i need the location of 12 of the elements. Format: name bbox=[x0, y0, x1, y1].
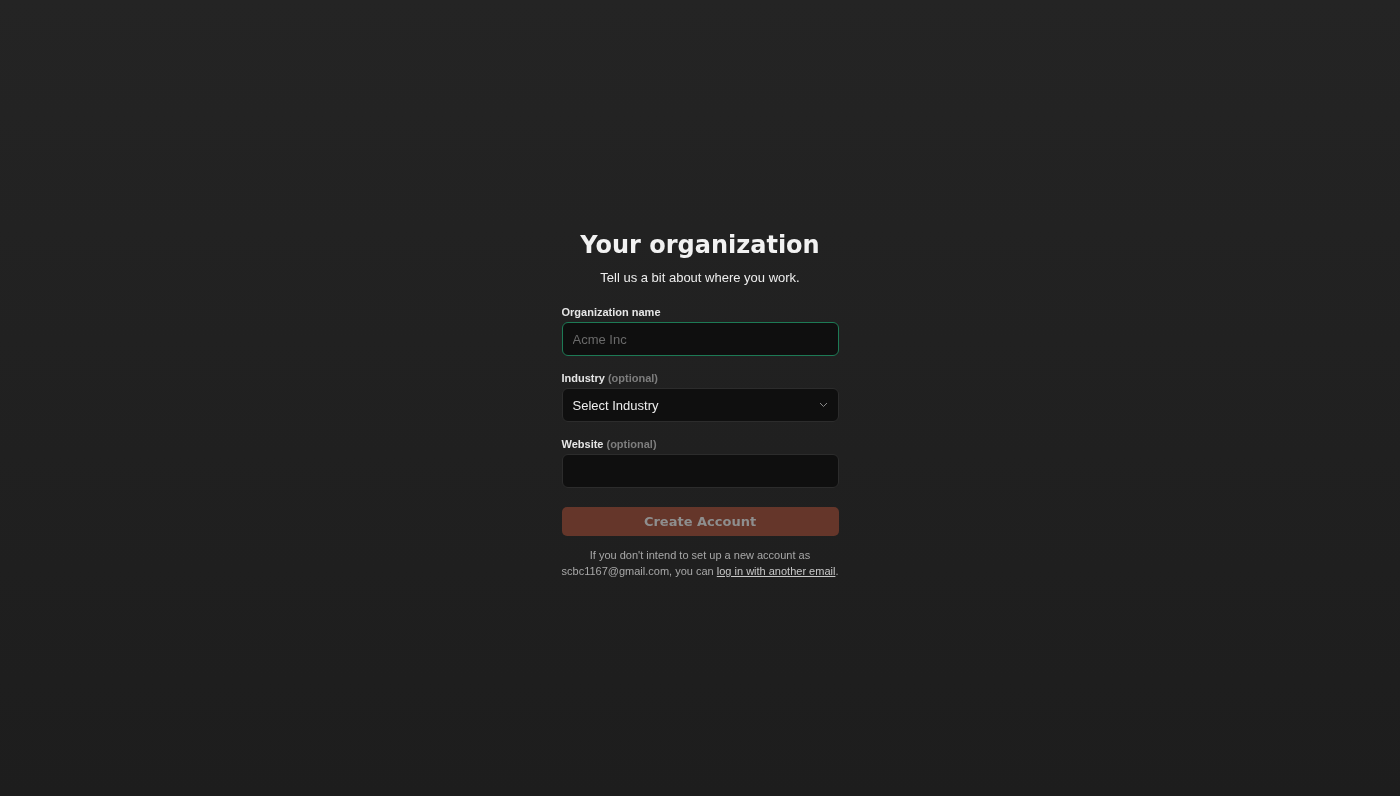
page-title: Your organization bbox=[580, 230, 820, 261]
text-field[interactable] bbox=[561, 454, 839, 488]
chevron-down-icon bbox=[818, 402, 828, 408]
field-label: Organization name bbox=[561, 306, 661, 318]
field-label: Website bbox=[561, 438, 604, 450]
industry-dropdown[interactable]: Select Industry bbox=[561, 388, 839, 422]
account-note: If you don't intend to set up a new account as scbc1167@gmail.com, you can log in with another email. bbox=[560, 548, 840, 579]
optional-hint: (optional) bbox=[607, 372, 658, 384]
text-field[interactable]: Acme Inc bbox=[561, 322, 839, 356]
subtitle: Tell us a bit about where you work. bbox=[599, 270, 801, 285]
field-label: Industry bbox=[561, 372, 605, 384]
optional-hint: (optional) bbox=[606, 438, 657, 450]
